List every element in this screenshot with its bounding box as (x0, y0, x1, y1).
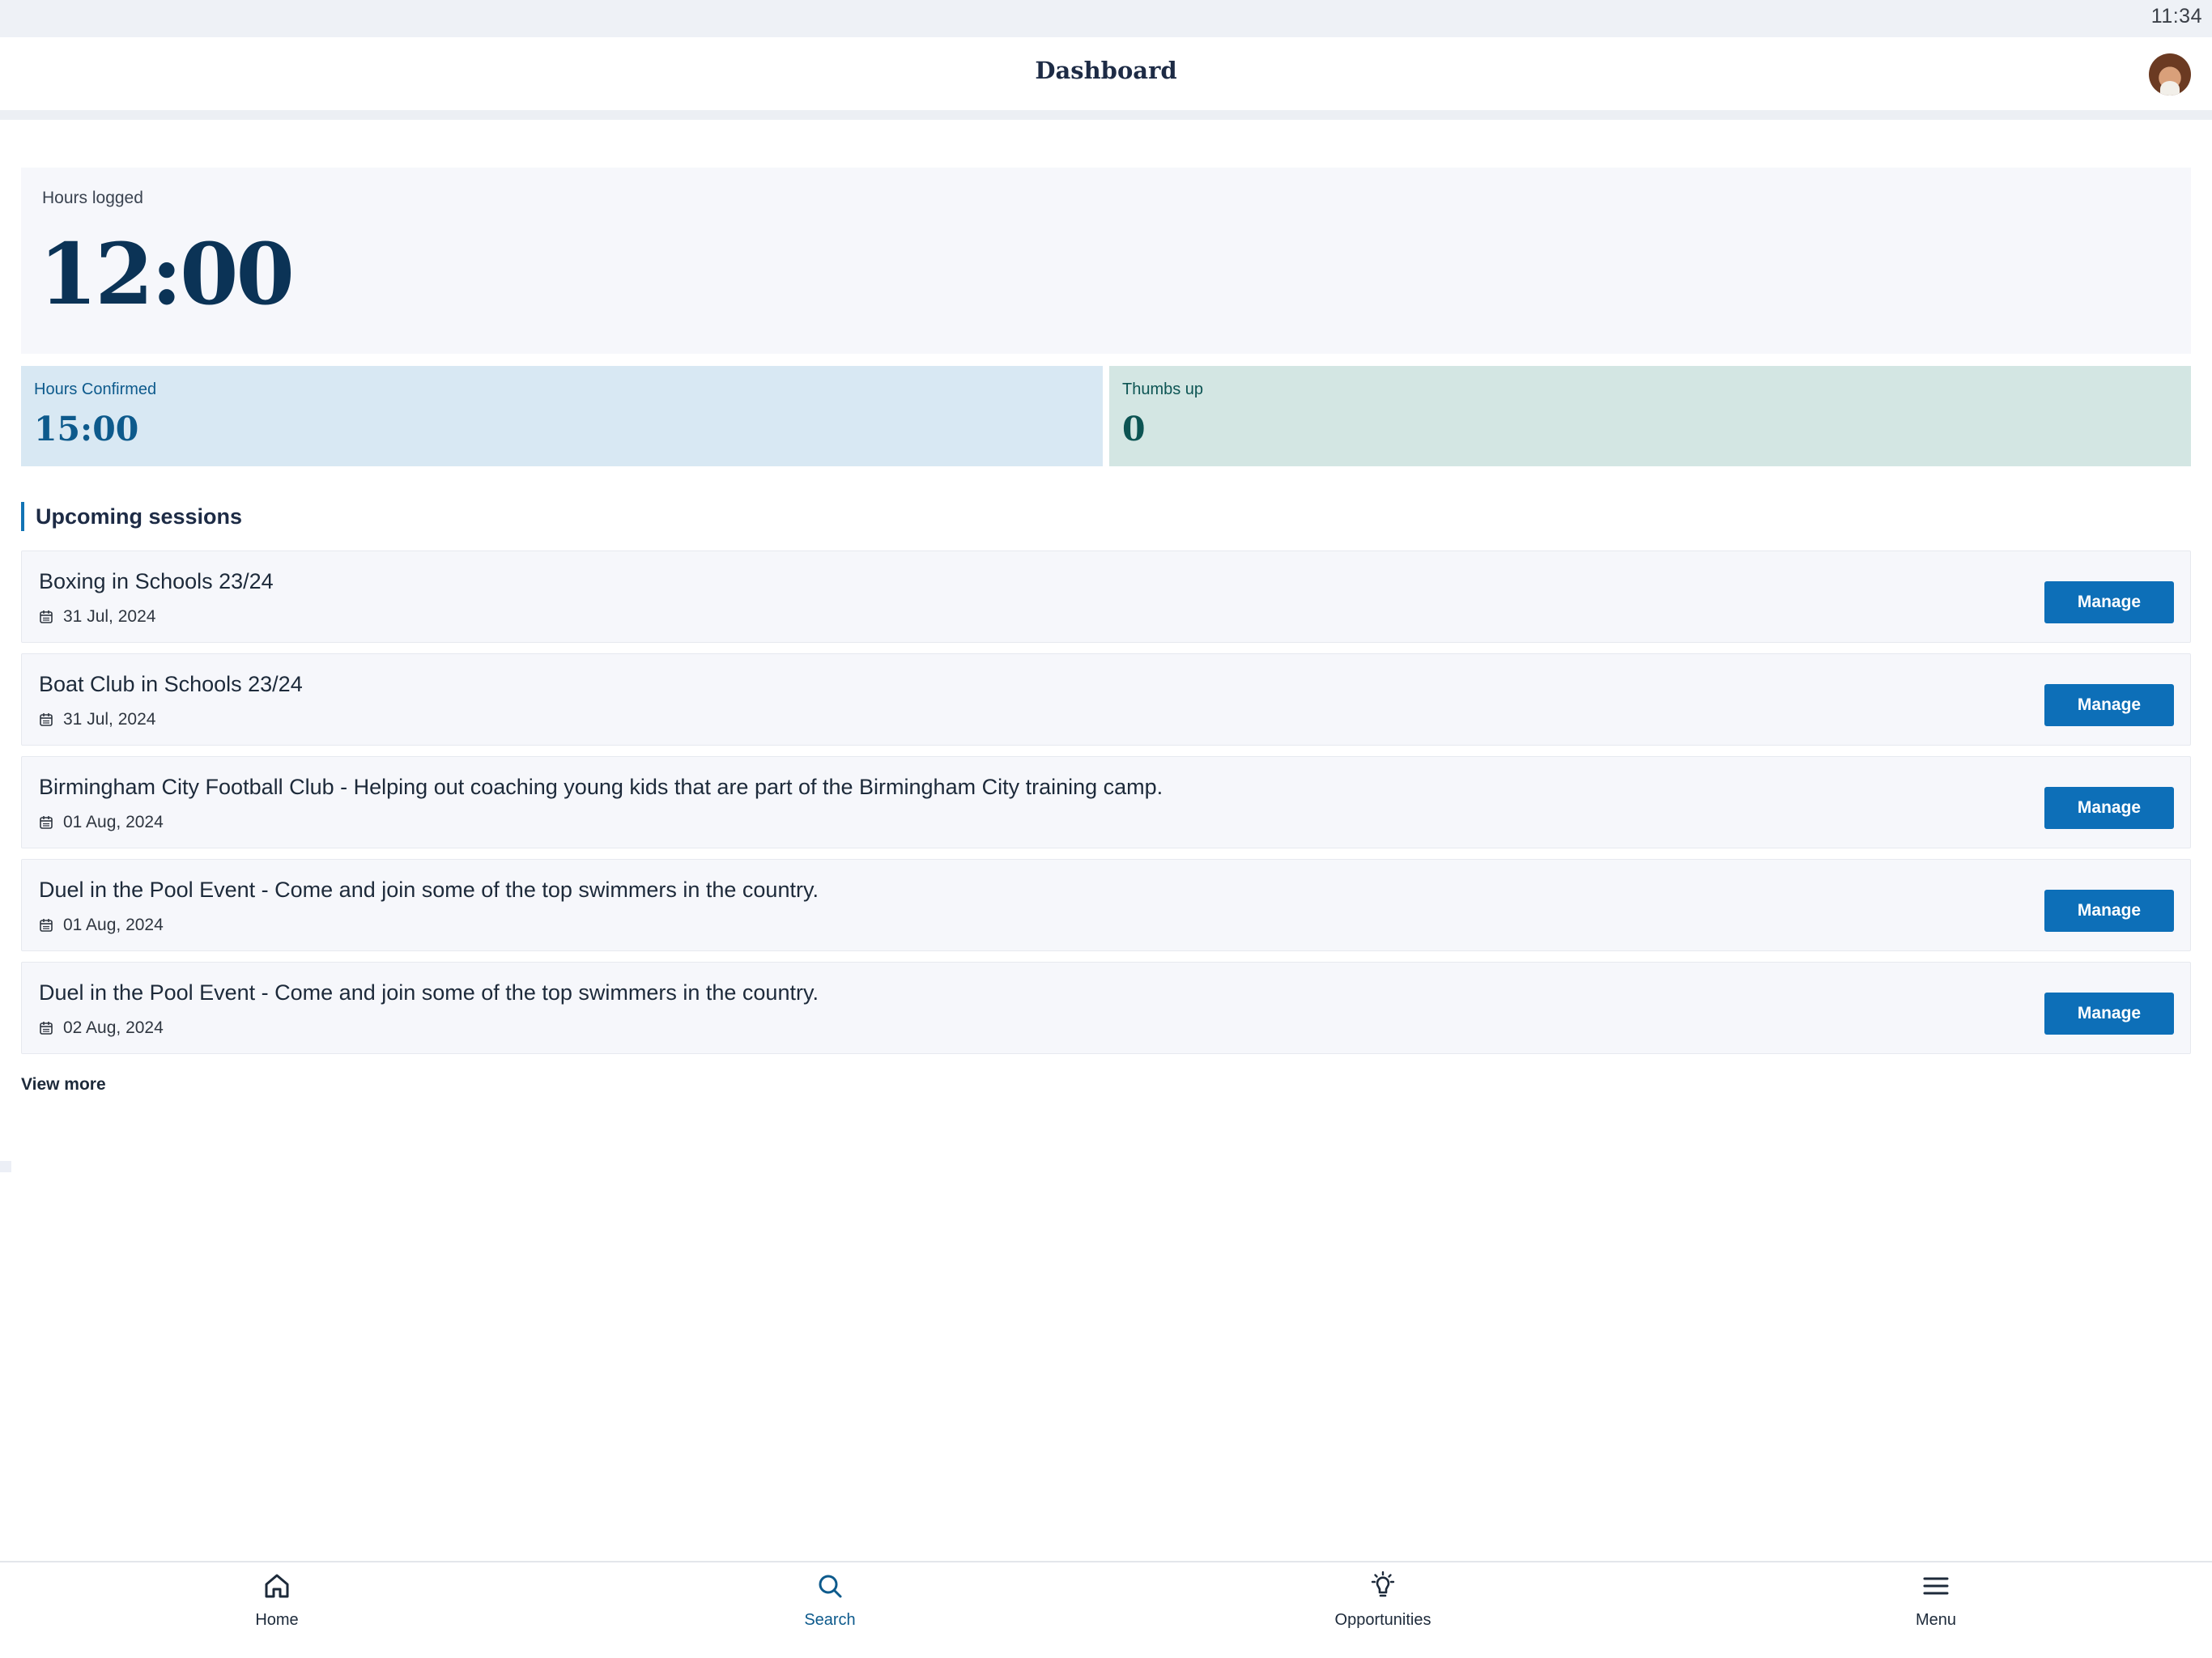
hours-confirmed-value: 15:00 (34, 410, 139, 449)
menu-icon (1923, 1577, 1949, 1595)
session-title: Duel in the Pool Event - Come and join s… (39, 878, 819, 902)
session-item: Boat Club in Schools 23/24 31 Jul, 2024 … (21, 653, 2191, 746)
manage-button[interactable]: Manage (2044, 581, 2174, 623)
calendar-icon (40, 1022, 53, 1035)
status-time: 11:34 (2150, 5, 2202, 28)
session-date: 31 Jul, 2024 (63, 710, 156, 729)
upcoming-sessions-heading: Upcoming sessions (21, 502, 242, 531)
nav-label-opportunities: Opportunities (1334, 1611, 1431, 1629)
session-title: Birmingham City Football Club - Helping … (39, 775, 1163, 799)
session-title: Boxing in Schools 23/24 (39, 569, 274, 593)
session-date: 02 Aug, 2024 (63, 1018, 164, 1037)
status-bar: 11:34 (0, 0, 2212, 37)
user-avatar[interactable] (2149, 53, 2191, 96)
calendar-icon (40, 816, 53, 829)
session-item: Boxing in Schools 23/24 31 Jul, 2024 Man… (21, 551, 2191, 643)
session-item: Duel in the Pool Event - Come and join s… (21, 859, 2191, 951)
nav-label-search: Search (804, 1611, 856, 1629)
session-date-row: 31 Jul, 2024 (39, 606, 155, 627)
calendar-icon (40, 610, 53, 623)
header-divider (0, 110, 2212, 120)
home-icon (265, 1574, 289, 1598)
session-date: 01 Aug, 2024 (63, 813, 164, 831)
calendar-icon (40, 713, 53, 726)
calendar-icon (40, 919, 53, 932)
view-more-link[interactable]: View more (21, 1075, 106, 1095)
hours-confirmed-label: Hours Confirmed (34, 380, 157, 398)
nav-item-menu[interactable]: Menu (1814, 1571, 2057, 1652)
manage-button[interactable]: Manage (2044, 993, 2174, 1035)
session-date-row: 01 Aug, 2024 (39, 812, 164, 833)
nav-item-home[interactable]: Home (155, 1571, 398, 1652)
scroll-marker (0, 1161, 11, 1172)
nav-label-menu: Menu (1915, 1611, 1957, 1629)
manage-button[interactable]: Manage (2044, 890, 2174, 932)
session-date-row: 01 Aug, 2024 (39, 915, 164, 936)
session-date: 01 Aug, 2024 (63, 916, 164, 934)
nav-label-home: Home (255, 1611, 299, 1629)
manage-button[interactable]: Manage (2044, 684, 2174, 726)
session-list: Boxing in Schools 23/24 31 Jul, 2024 Man… (21, 551, 2191, 1065)
thumbs-up-card: Thumbs up 0 (1109, 366, 2191, 466)
manage-button[interactable]: Manage (2044, 787, 2174, 829)
session-title: Boat Club in Schools 23/24 (39, 672, 303, 696)
search-icon (819, 1575, 842, 1598)
hours-logged-label: Hours logged (42, 189, 143, 207)
session-item: Duel in the Pool Event - Come and join s… (21, 962, 2191, 1054)
session-date-row: 02 Aug, 2024 (39, 1018, 164, 1039)
thumbs-up-value: 0 (1122, 410, 1146, 449)
session-date-row: 31 Jul, 2024 (39, 709, 155, 730)
nav-item-opportunities[interactable]: Opportunities (1261, 1571, 1504, 1652)
thumbs-up-label: Thumbs up (1122, 380, 1204, 398)
hours-logged-card: Hours logged 12:00 (21, 168, 2191, 354)
session-title: Duel in the Pool Event - Come and join s… (39, 980, 819, 1005)
session-date: 31 Jul, 2024 (63, 607, 156, 626)
hours-confirmed-card: Hours Confirmed 15:00 (21, 366, 1103, 466)
page-title: Dashboard (1035, 57, 1177, 84)
hours-logged-value: 12:00 (39, 224, 295, 324)
session-item: Birmingham City Football Club - Helping … (21, 756, 2191, 848)
lightbulb-icon (1371, 1571, 1395, 1597)
nav-item-search[interactable]: Search (708, 1571, 951, 1652)
app-header: Dashboard (0, 37, 2212, 110)
bottom-nav: Home Search Opportunities Menu (0, 1561, 2212, 1658)
